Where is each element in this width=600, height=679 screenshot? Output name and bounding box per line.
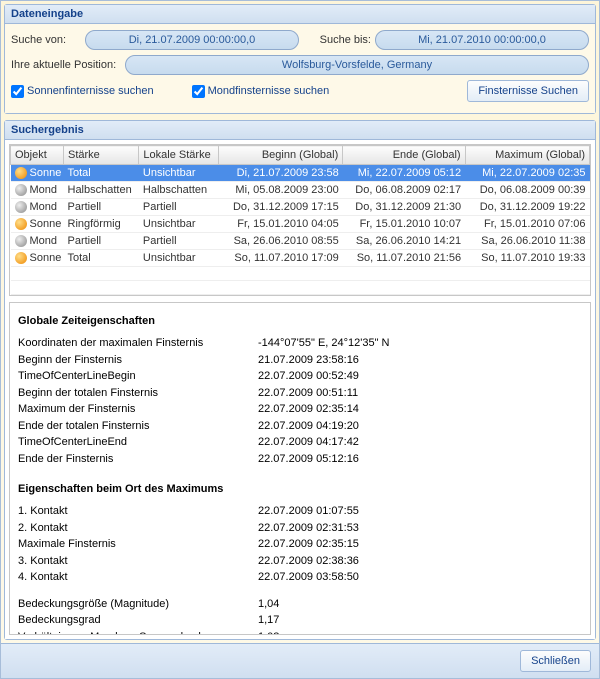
result-panel: Suchergebnis Objekt Stärke Lokale Stärke… [4,120,596,640]
property-row: 3. Kontakt22.07.2009 02:38:36 [18,553,582,570]
input-panel: Dateneingabe Suche von: Di, 21.07.2009 0… [4,4,596,114]
table-row[interactable]: MondPartiellPartiellDo, 31.12.2009 17:15… [11,199,590,216]
table-row[interactable]: SonneRingförmigUnsichtbarFr, 15.01.2010 … [11,216,590,233]
col-strength[interactable]: Stärke [64,146,139,165]
max-location-heading: Eigenschaften beim Ort des Maximums [18,483,582,495]
property-row: 1. Kontakt22.07.2009 01:07:55 [18,503,582,520]
property-row: Ende der Finsternis22.07.2009 05:12:16 [18,451,582,468]
property-row: 4. Kontakt22.07.2009 03:58:50 [18,569,582,586]
property-row: Maximum der Finsternis22.07.2009 02:35:1… [18,401,582,418]
position-label: Ihre aktuelle Position: [11,59,121,71]
property-row: Bedeckungsgrad1,17 [18,612,582,629]
table-row [11,281,590,295]
moon-eclipse-check[interactable] [192,85,205,98]
col-begin[interactable]: Beginn (Global) [218,146,342,165]
close-button[interactable]: Schließen [520,650,591,672]
input-title: Dateneingabe [5,5,595,24]
table-row[interactable]: MondHalbschattenHalbschattenMi, 05.08.20… [11,182,590,199]
property-row: Bedeckungsgröße (Magnitude)1,04 [18,596,582,613]
sun-icon [15,218,27,230]
date-to-input[interactable]: Mi, 21.07.2010 00:00:00,0 [375,30,589,50]
sun-eclipse-check[interactable] [11,85,24,98]
property-row: TimeOfCenterLineEnd22.07.2009 04:17:42 [18,434,582,451]
moon-eclipse-checkbox[interactable]: Mondfinsternisse suchen [192,85,330,98]
details-pane: Globale Zeiteigenschaften Koordinaten de… [9,302,591,635]
col-local-strength[interactable]: Lokale Stärke [139,146,219,165]
moon-icon [15,201,27,213]
property-row: Beginn der Finsternis21.07.2009 23:58:16 [18,352,582,369]
moon-icon [15,235,27,247]
property-row: Verhältnis von Mond- zu Sonnendurchmesse… [18,629,582,636]
table-row[interactable]: SonneTotalUnsichtbarSo, 11.07.2010 17:09… [11,250,590,267]
search-button[interactable]: Finsternisse Suchen [467,80,589,102]
col-object[interactable]: Objekt [11,146,64,165]
sun-eclipse-checkbox[interactable]: Sonnenfinternisse suchen [11,85,154,98]
sun-icon [15,252,27,264]
table-row [11,267,590,281]
position-input[interactable]: Wolfsburg-Vorsfelde, Germany [125,55,589,75]
table-row[interactable]: SonneTotalUnsichtbarDi, 21.07.2009 23:58… [11,165,590,182]
global-time-heading: Globale Zeiteigenschaften [18,315,582,327]
property-row: Koordinaten der maximalen Finsternis-144… [18,335,582,352]
table-row[interactable]: MondPartiellPartiellSa, 26.06.2010 08:55… [11,233,590,250]
col-end[interactable]: Ende (Global) [343,146,465,165]
property-row: Maximale Finsternis22.07.2009 02:35:15 [18,536,582,553]
property-row: 2. Kontakt22.07.2009 02:31:53 [18,520,582,537]
property-row: Beginn der totalen Finsternis22.07.2009 … [18,385,582,402]
date-from-input[interactable]: Di, 21.07.2009 00:00:00,0 [85,30,299,50]
result-title: Suchergebnis [5,121,595,140]
property-row: TimeOfCenterLineBegin22.07.2009 00:52:49 [18,368,582,385]
footer: Schließen [1,643,599,678]
moon-icon [15,184,27,196]
sun-icon [15,167,27,179]
result-table: Objekt Stärke Lokale Stärke Beginn (Glob… [9,144,591,296]
property-row: Ende der totalen Finsternis22.07.2009 04… [18,418,582,435]
search-from-label: Suche von: [11,34,81,46]
col-max[interactable]: Maximum (Global) [465,146,589,165]
search-to-label: Suche bis: [311,34,371,46]
